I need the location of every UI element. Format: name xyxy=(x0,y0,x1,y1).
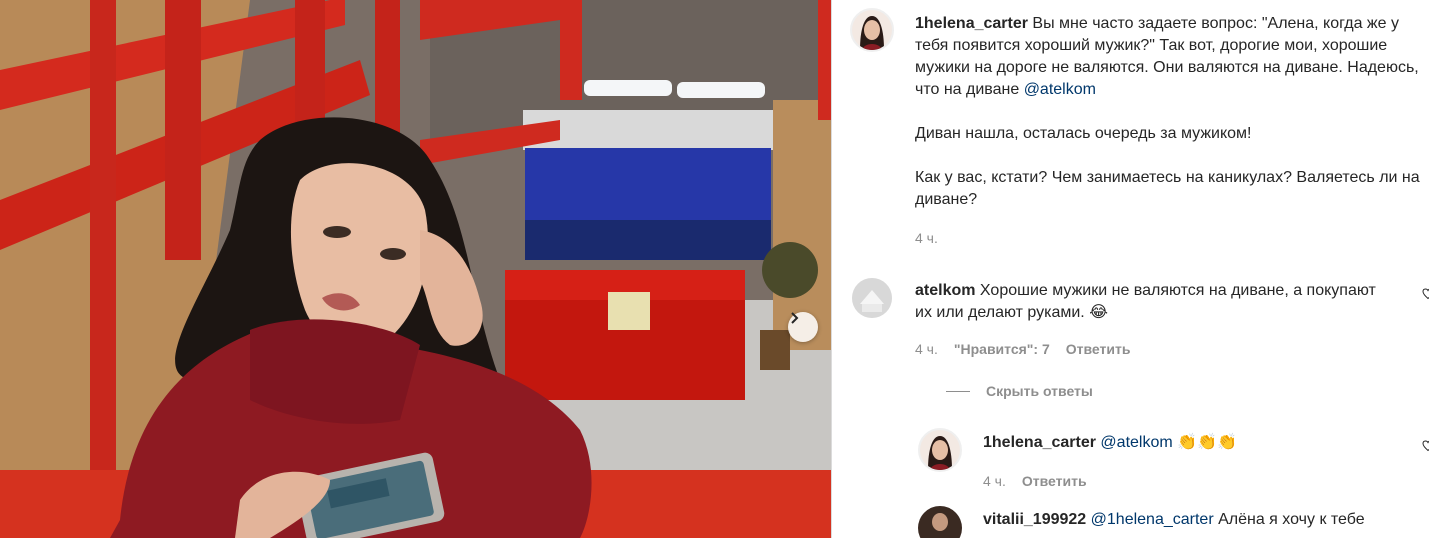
comments-panel: 1helena_carter Вы мне часто задаете вопр… xyxy=(832,0,1429,538)
user-avatar-icon xyxy=(852,10,892,50)
reply-mention[interactable]: @1helena_carter xyxy=(1091,511,1214,528)
reply-text: 1helena_carter @atelkom 👏👏👏 xyxy=(983,432,1403,454)
heart-icon[interactable] xyxy=(1422,440,1429,452)
post-photo[interactable] xyxy=(0,0,831,538)
chevron-right-icon xyxy=(791,312,799,324)
post-photo-illustration xyxy=(0,0,831,538)
user-avatar-icon xyxy=(852,278,892,318)
comment-atelkom: atelkom Хорошие мужики не валяются на ди… xyxy=(832,270,1429,370)
user-avatar-icon xyxy=(918,506,962,538)
clapping-hands-emoji-icon: 👏👏👏 xyxy=(1177,434,1237,451)
comment-time[interactable]: 4 ч. xyxy=(915,341,938,357)
hide-replies-line xyxy=(946,390,970,392)
avatar[interactable] xyxy=(918,428,962,472)
comment-likes[interactable]: "Нравится": 7 xyxy=(954,341,1050,357)
comment-text: atelkom Хорошие мужики не валяются на ди… xyxy=(915,280,1385,324)
caption-paragraph-2: Диван нашла, осталась очередь за мужиком… xyxy=(915,125,1252,142)
avatar[interactable] xyxy=(850,8,894,52)
reply-button[interactable]: Ответить xyxy=(1022,473,1087,489)
reply-meta: 4 ч. Ответить xyxy=(983,473,1087,489)
comment-body: Хорошие мужики не валяются на диване, а … xyxy=(915,282,1376,321)
reply-username[interactable]: 1helena_carter xyxy=(983,434,1096,451)
caption-paragraph-3: Как у вас, кстати? Чем занимаетесь на ка… xyxy=(915,169,1420,208)
hide-replies-label: Скрыть ответы xyxy=(986,383,1093,399)
caption-mention[interactable]: @atelkom xyxy=(1024,81,1096,98)
reply-1helena-carter: 1helena_carter @atelkom 👏👏👏 4 ч. Ответит… xyxy=(832,420,1429,500)
hide-replies-button[interactable]: Скрыть ответы xyxy=(946,383,1093,399)
reply-text: vitalii_199922 @1helena_carter Алёна я х… xyxy=(983,509,1423,531)
reply-vitalii-199922: vitalii_199922 @1helena_carter Алёна я х… xyxy=(832,500,1429,538)
comment-username[interactable]: atelkom xyxy=(915,282,975,299)
reply-mention[interactable]: @atelkom xyxy=(1100,434,1172,451)
heart-icon[interactable] xyxy=(1422,288,1429,300)
caption-username[interactable]: 1helena_carter xyxy=(915,15,1028,32)
caption-time[interactable]: 4 ч. xyxy=(915,230,938,246)
reply-button[interactable]: Ответить xyxy=(1066,341,1131,357)
reply-body: Алёна я хочу к тебе xyxy=(1218,511,1365,528)
avatar[interactable] xyxy=(918,506,962,538)
reply-username[interactable]: vitalii_199922 xyxy=(983,511,1086,528)
carousel-next-button[interactable] xyxy=(788,312,818,342)
caption-text: 1helena_carter Вы мне часто задаете вопр… xyxy=(915,13,1429,211)
comment-meta: 4 ч. "Нравится": 7 Ответить xyxy=(915,341,1130,357)
laughing-emoji-icon: 😂 xyxy=(1089,304,1108,321)
avatar[interactable] xyxy=(852,278,892,318)
caption-meta: 4 ч. xyxy=(915,230,938,246)
user-avatar-icon xyxy=(920,430,960,470)
caption-comment: 1helena_carter Вы мне часто задаете вопр… xyxy=(832,0,1429,260)
reply-time[interactable]: 4 ч. xyxy=(983,473,1006,489)
